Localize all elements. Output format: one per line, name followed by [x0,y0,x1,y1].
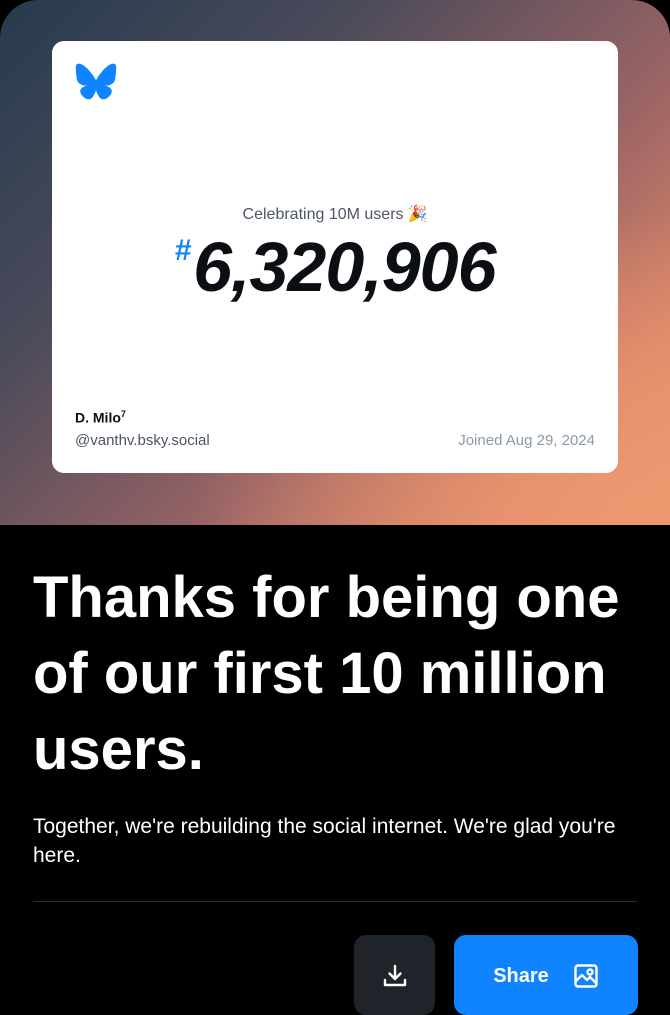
user-handle: @vanthv.bsky.social [75,432,210,449]
divider [33,901,637,902]
celebration-caption: Celebrating 10M users 🎉 [52,204,618,224]
share-button[interactable]: Share [454,935,638,1015]
user-number: #6,320,906 [52,224,618,310]
download-icon [383,964,406,987]
headline: Thanks for being one of our first 10 mil… [33,565,620,782]
download-button[interactable] [354,935,435,1015]
image-icon [574,964,598,988]
joined-date: Joined Aug 29, 2024 [458,432,595,449]
share-label: Share [493,965,549,987]
display-name: D. Milo7 [75,409,126,426]
user-milestone-card: Celebrating 10M users 🎉 #6,320,906 D. Mil… [52,41,618,473]
butterfly-icon [75,63,117,100]
party-popper-icon: 🎉 [407,206,428,223]
display-name-superscript: 7 [120,409,126,419]
subtext: Together, we're rebuilding the social in… [33,815,616,867]
user-number-value: 6,320,906 [193,228,496,306]
hash-symbol: # [174,234,192,267]
display-name-text: D. Milo [75,409,121,426]
celebration-banner: Celebrating 10M users 🎉 #6,320,906 D. Mil… [0,0,670,525]
celebration-text: Celebrating 10M users [242,206,404,223]
